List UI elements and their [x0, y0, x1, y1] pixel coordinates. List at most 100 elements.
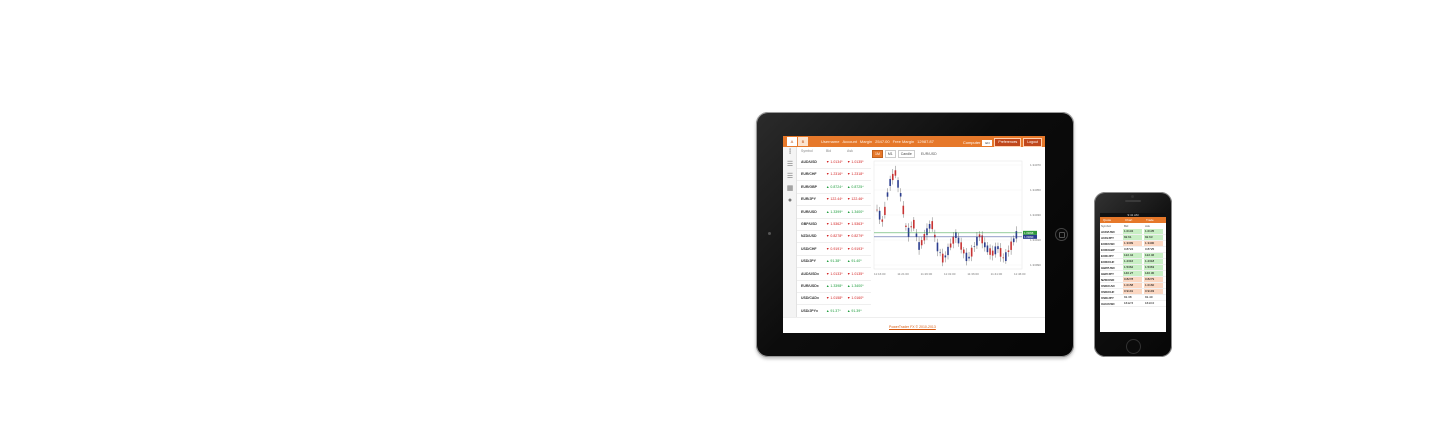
- chart-candle-body: [1007, 250, 1010, 252]
- quote-row[interactable]: EUR/JPY ▼ 122.44⁶ ▼ 122.46⁶: [797, 193, 871, 207]
- phone-quote-bid[interactable]: 0.9191: [1123, 289, 1142, 294]
- chart-candle-body: [1002, 257, 1005, 259]
- user-icon[interactable]: ●: [786, 197, 794, 204]
- quote-ask[interactable]: ▼ 1.0135⁵: [847, 160, 864, 164]
- quote-ask[interactable]: ▼ 122.46⁶: [847, 197, 864, 201]
- quote-bid[interactable]: ▼ 1.0134⁵: [826, 160, 843, 164]
- phone-quote-ask[interactable]: 1.5363: [1144, 265, 1163, 270]
- phone-quote-symbol: XAU/USD: [1101, 302, 1115, 306]
- quote-symbol: USD/JPY: [801, 259, 816, 264]
- quote-ask[interactable]: ▼ 0.9193⁸: [847, 247, 864, 251]
- quote-row[interactable]: USD/JPY ▲ 91.38⁵ ▲ 91.40⁵: [797, 255, 871, 269]
- positions-icon[interactable]: ▦: [786, 185, 794, 192]
- quote-ask[interactable]: ▼ 1.0135⁸: [847, 272, 864, 276]
- phone-quote-ask[interactable]: 91.40: [1144, 295, 1163, 300]
- quotes-header-ask: Ask: [847, 149, 853, 153]
- phone-quote-bid[interactable]: 140.27: [1123, 271, 1142, 276]
- quote-ask[interactable]: ▲ 91.40⁵: [847, 259, 862, 263]
- quote-ask[interactable]: ▲ 0.8725⁴: [847, 185, 864, 189]
- phone-quote-bid[interactable]: 92.61: [1123, 235, 1142, 240]
- phone-quote-ask[interactable]: 1.2318: [1144, 259, 1163, 264]
- phone-quote-bid[interactable]: 1.5362: [1123, 265, 1142, 270]
- quotes-list-icon[interactable]: ☰: [786, 161, 794, 168]
- quote-ask[interactable]: ▼ 1.5363⁸: [847, 222, 864, 226]
- quote-row[interactable]: EUR/CHF ▼ 1.2316⁸ ▼ 1.2318⁸: [797, 168, 871, 182]
- phone-quote-bid[interactable]: 1.0134: [1123, 229, 1142, 234]
- quote-row[interactable]: AUD/USDx ▼ 1.0133⁸ ▼ 1.0135⁸: [797, 268, 871, 281]
- quote-bid[interactable]: ▲ 91.38⁵: [826, 259, 841, 263]
- quote-bid[interactable]: ▲ 91.37⁸: [826, 309, 841, 313]
- quote-row[interactable]: EUR/GBP ▲ 0.8724⁴ ▲ 0.8725⁴: [797, 181, 871, 194]
- phone-quote-symbol: EUR/JPY: [1101, 254, 1114, 258]
- stat-margin-label: Margin: [859, 139, 873, 144]
- quote-bid[interactable]: ▼ 1.0158⁵: [826, 296, 843, 300]
- quote-ask[interactable]: ▲ 1.3400⁸: [847, 210, 864, 214]
- phone-quote-ask[interactable]: 0.8725: [1144, 247, 1163, 252]
- chart-candle-body: [897, 180, 899, 188]
- tab-a[interactable]: A: [787, 137, 797, 146]
- quote-row[interactable]: GBP/USD ▼ 1.5362⁸ ▼ 1.5363⁸: [797, 218, 871, 231]
- quote-symbol: EUR/USD: [801, 209, 817, 214]
- phone-quote-ask[interactable]: 0.9193: [1144, 289, 1163, 294]
- quote-row[interactable]: EUR/USD ▲ 1.3399⁸ ▲ 1.3400⁸: [797, 206, 871, 219]
- quote-ask[interactable]: ▲ 91.39⁸: [847, 309, 862, 313]
- price-chart[interactable]: 1.340701.340501.340301.340101.3399011:16…: [872, 147, 1045, 317]
- quote-bid[interactable]: ▼ 0.8278⁵: [826, 234, 843, 238]
- stat-margin-value: 2547.00: [875, 139, 890, 144]
- chart-pane: 1M M1 Candle EUR/USD 1.34070 1.34050 1.340…: [872, 147, 1045, 317]
- quote-bid[interactable]: ▼ 1.2316⁸: [826, 172, 843, 176]
- quote-row[interactable]: USD/CHF ▼ 0.9191⁸ ▼ 0.9193⁸: [797, 243, 871, 256]
- phone-quote-ask[interactable]: 140.30: [1144, 271, 1163, 276]
- phone-quote-symbol: NZD/USD: [1101, 278, 1115, 282]
- phone-quote-symbol: EUR/USD: [1101, 242, 1115, 246]
- phone-quote-bid[interactable]: 122.44: [1123, 253, 1142, 258]
- phone-quote-ask[interactable]: 0.8279: [1144, 277, 1163, 282]
- phone-quote-bid[interactable]: 1.0158: [1123, 283, 1142, 288]
- phone-home-button[interactable]: [1126, 339, 1141, 354]
- phone-quote-bid[interactable]: 0.8278: [1123, 277, 1142, 282]
- phone-tab-quote[interactable]: Quote: [1103, 218, 1111, 222]
- phone-tab-chart[interactable]: Chart: [1125, 218, 1132, 222]
- quote-row[interactable]: EUR/USDx ▲ 1.3398⁸ ▲ 1.3400⁸: [797, 280, 871, 293]
- quote-ask[interactable]: ▼ 1.0160⁵: [847, 296, 864, 300]
- chart-candle-body: [944, 255, 947, 258]
- quote-row[interactable]: AUD/USD ▼ 1.0134⁵ ▼ 1.0135⁵: [797, 156, 871, 169]
- quote-row[interactable]: USD/CADx ▼ 1.0158⁵ ▼ 1.0160⁵: [797, 292, 871, 306]
- quote-bid[interactable]: ▼ 1.0133⁸: [826, 272, 843, 276]
- quote-bid[interactable]: ▼ 122.44⁶: [826, 197, 843, 201]
- phone-quote-ask[interactable]: 92.63: [1144, 235, 1163, 240]
- quote-ask[interactable]: ▼ 1.2318⁸: [847, 172, 864, 176]
- footer-link[interactable]: PowerTrader FX © 2010-2013: [889, 325, 936, 329]
- quote-ask[interactable]: ▼ 0.8279⁵: [847, 234, 864, 238]
- tab-b[interactable]: B: [798, 137, 808, 146]
- chart-candle-body: [957, 237, 960, 244]
- phone-quote-ask[interactable]: 1.0135: [1144, 229, 1163, 234]
- chart-y-tick-label: 1.34070: [1030, 163, 1041, 167]
- quote-row[interactable]: USD/JPYx ▲ 91.37⁸ ▲ 91.39⁸: [797, 305, 871, 318]
- phone-quote-bid[interactable]: 1.3399: [1123, 241, 1142, 246]
- phone-quote-ask[interactable]: 1613.0: [1144, 301, 1163, 306]
- app-footer: PowerTrader FX © 2010-2013: [783, 317, 1045, 333]
- company-select[interactable]: EN: [982, 139, 993, 146]
- phone-quote-bid[interactable]: 0.8724: [1123, 247, 1142, 252]
- stat-free-margin-value: 12987.87: [917, 139, 934, 144]
- phone-quote-ask[interactable]: 1.3400: [1144, 241, 1163, 246]
- phone-quote-ask[interactable]: 122.46: [1144, 253, 1163, 258]
- quote-bid[interactable]: ▲ 0.8724⁴: [826, 185, 843, 189]
- phone-quote-ask[interactable]: 1.0160: [1144, 283, 1163, 288]
- phone-tab-trade[interactable]: Trade: [1146, 218, 1154, 222]
- quote-row[interactable]: NZD/USD ▼ 0.8278⁵ ▼ 0.8279⁵: [797, 230, 871, 244]
- quote-ask[interactable]: ▲ 1.3400⁸: [847, 284, 864, 288]
- phone-quote-row[interactable]: XAU/USD 1612.5 1613.0: [1100, 301, 1166, 307]
- logout-button[interactable]: Logout: [1023, 138, 1042, 147]
- phone-quote-bid[interactable]: 1.2316: [1123, 259, 1142, 264]
- quote-bid[interactable]: ▼ 1.5362⁸: [826, 222, 843, 226]
- tablet-home-button[interactable]: [1055, 228, 1068, 241]
- phone-quote-bid[interactable]: 1612.5: [1123, 301, 1142, 306]
- preferences-button[interactable]: Preferences: [994, 138, 1022, 147]
- phone-quote-bid[interactable]: 91.38: [1123, 295, 1142, 300]
- quote-bid[interactable]: ▼ 0.9191⁸: [826, 247, 843, 251]
- quote-bid[interactable]: ▲ 1.3399⁸: [826, 210, 843, 214]
- orders-list-icon[interactable]: ☰: [786, 173, 794, 180]
- quote-bid[interactable]: ▲ 1.3398⁸: [826, 284, 843, 288]
